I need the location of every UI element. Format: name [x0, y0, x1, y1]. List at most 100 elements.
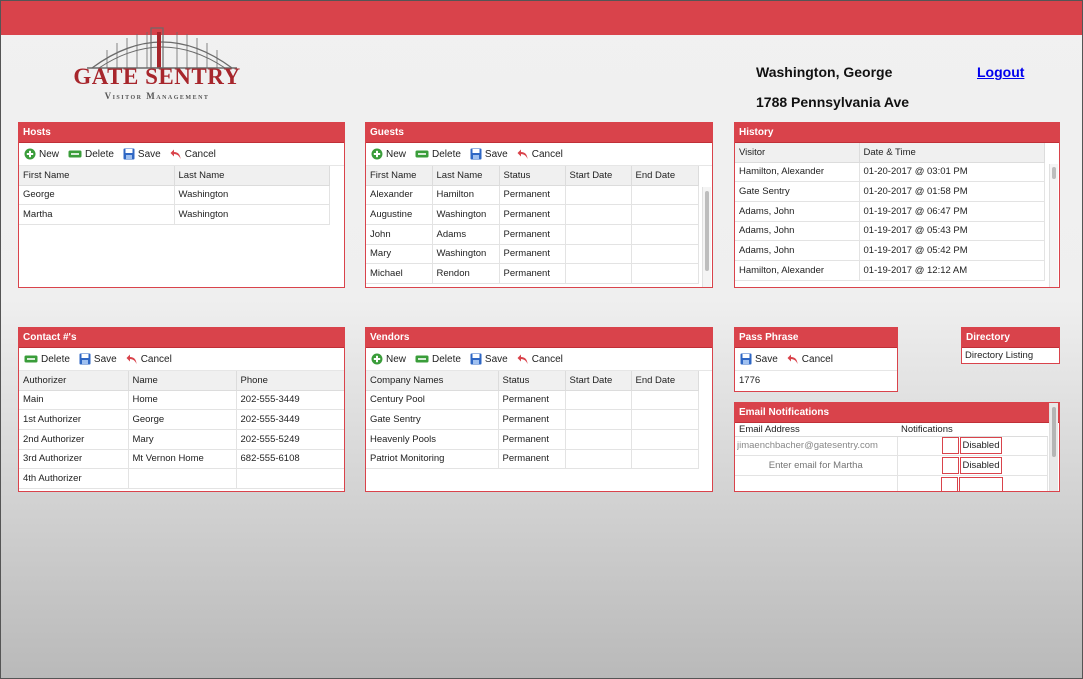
vendors-save-button[interactable]: Save [470, 353, 508, 365]
guests-save-button[interactable]: Save [470, 148, 508, 160]
pass-phrase-toolbar: Save Cancel [735, 348, 897, 371]
column-header[interactable]: Start Date [565, 166, 632, 186]
column-header[interactable]: Status [498, 371, 566, 391]
guests-table-header: First Name Last Name Status Start Date E… [366, 166, 699, 186]
table-cell: Permanent [499, 224, 566, 245]
column-header[interactable]: Last Name [432, 166, 500, 186]
table-row[interactable]: 2nd Authorizer Mary 202-555-5249 [19, 429, 344, 450]
table-row[interactable]: Augustine Washington Permanent [366, 204, 699, 225]
email-field[interactable] [737, 440, 895, 452]
hosts-table: First Name Last Name George Washington Ma… [19, 166, 330, 225]
table-row[interactable]: Martha Washington [19, 204, 330, 225]
guests-new-button[interactable]: New [371, 148, 406, 160]
table-row[interactable]: Hamilton, Alexander 01-20-2017 @ 03:01 PM [735, 162, 1045, 183]
table-row[interactable]: 1st Authorizer George 202-555-3449 [19, 409, 344, 430]
table-cell: Mt Vernon Home [128, 449, 237, 470]
table-row[interactable]: Adams, John 01-19-2017 @ 05:43 PM [735, 221, 1045, 242]
vendors-new-button[interactable]: New [371, 353, 406, 365]
pass-phrase-cancel-button[interactable]: Cancel [787, 353, 833, 365]
gate-sentry-logo: GATE SENTRY Visitor Management [60, 24, 260, 108]
history-scrollbar-thumb[interactable] [1052, 167, 1056, 179]
table-cell [631, 244, 699, 265]
column-header[interactable]: Visitor [735, 143, 860, 163]
undo-arrow-icon [126, 353, 138, 365]
table-cell: Adams [432, 224, 500, 245]
guests-delete-button[interactable]: Delete [415, 149, 461, 160]
email-notifications-scrollbar-thumb[interactable] [1052, 407, 1056, 457]
table-row[interactable]: Gate Sentry Permanent [366, 409, 699, 430]
email-field[interactable] [737, 479, 895, 491]
column-header[interactable]: Phone [236, 371, 344, 391]
column-header[interactable]: Last Name [174, 166, 330, 186]
pass-phrase-value[interactable]: 1776 [735, 371, 897, 390]
table-row[interactable]: Hamilton, Alexander 01-19-2017 @ 12:12 AM [735, 260, 1045, 281]
table-row[interactable]: Michael Rendon Permanent [366, 263, 699, 284]
email-field[interactable] [737, 460, 895, 472]
contacts-toolbar: Delete Save Cancel [19, 348, 344, 371]
guests-table: First Name Last Name Status Start Date E… [366, 166, 699, 284]
table-row[interactable]: George Washington [19, 185, 330, 206]
column-header[interactable]: End Date [631, 166, 699, 186]
table-cell [565, 429, 632, 450]
pass-phrase-save-button[interactable]: Save [740, 353, 778, 365]
column-header[interactable]: Authorizer [19, 371, 129, 391]
notification-status-button[interactable]: Disabled [959, 437, 1003, 455]
hosts-cancel-button[interactable]: Cancel [170, 148, 216, 160]
table-row[interactable]: Adams, John 01-19-2017 @ 05:42 PM [735, 240, 1045, 261]
table-row[interactable]: 3rd Authorizer Mt Vernon Home 682-555-6108 [19, 449, 344, 470]
column-header[interactable]: End Date [631, 371, 699, 391]
notification-checkbox[interactable] [941, 476, 958, 491]
column-header[interactable]: First Name [19, 166, 175, 186]
table-cell: Rendon [432, 263, 500, 284]
contacts-panel-title: Contact #'s [19, 328, 344, 348]
directory-listing-link[interactable]: Directory Listing [962, 348, 1059, 363]
guests-cancel-button[interactable]: Cancel [517, 148, 563, 160]
hosts-save-button[interactable]: Save [123, 148, 161, 160]
table-cell: Washington [432, 204, 500, 225]
logout-link[interactable]: Logout [977, 64, 1024, 80]
column-header[interactable]: Status [499, 166, 566, 186]
table-row[interactable]: Century Pool Permanent [366, 390, 699, 411]
table-cell [631, 263, 699, 284]
notification-checkbox[interactable] [941, 457, 959, 475]
table-cell: 2nd Authorizer [19, 429, 129, 450]
table-row[interactable]: Heavenly Pools Permanent [366, 429, 699, 450]
vendors-table: Company Names Status Start Date End Date… [366, 371, 699, 470]
email-notifications-scrollbar[interactable] [1049, 403, 1058, 491]
vendors-cancel-button[interactable]: Cancel [517, 353, 563, 365]
column-header[interactable]: Start Date [565, 371, 632, 391]
table-cell: Permanent [499, 204, 566, 225]
contacts-delete-button[interactable]: Delete [24, 354, 70, 365]
undo-arrow-icon [517, 148, 529, 160]
guests-scrollbar[interactable] [702, 187, 711, 287]
contacts-cancel-button[interactable]: Cancel [126, 353, 172, 365]
table-row[interactable]: Main Home 202-555-3449 [19, 390, 344, 411]
column-header[interactable]: Name [128, 371, 237, 391]
table-cell: 202-555-5249 [236, 429, 344, 450]
vendors-delete-button[interactable]: Delete [415, 354, 461, 365]
table-cell [735, 475, 898, 491]
table-row[interactable]: Mary Washington Permanent [366, 244, 699, 265]
hosts-new-button[interactable]: New [24, 148, 59, 160]
guests-scrollbar-thumb[interactable] [705, 191, 709, 271]
history-scrollbar[interactable] [1049, 164, 1058, 287]
table-row[interactable]: Gate Sentry 01-20-2017 @ 01:58 PM [735, 181, 1045, 202]
column-header: Notifications [897, 423, 1047, 437]
table-row[interactable]: 4th Authorizer [19, 468, 344, 489]
notification-status-button[interactable]: Disabled [959, 457, 1003, 475]
column-header[interactable]: Company Names [366, 371, 499, 391]
table-row[interactable]: Patriot Monitoring Permanent [366, 449, 699, 470]
column-header[interactable]: Date & Time [859, 143, 1045, 163]
table-cell: Washington [174, 204, 330, 225]
table-row[interactable]: Alexander Hamilton Permanent [366, 185, 699, 206]
notification-status-button[interactable] [959, 476, 1003, 491]
floppy-disk-icon [79, 353, 91, 365]
column-header[interactable]: First Name [366, 166, 433, 186]
contacts-save-button[interactable]: Save [79, 353, 117, 365]
notification-checkbox[interactable] [941, 437, 959, 455]
table-cell: Patriot Monitoring [366, 449, 499, 470]
table-row[interactable]: Adams, John 01-19-2017 @ 06:47 PM [735, 201, 1045, 222]
hosts-panel: Hosts New Delete Save Cancel First Name … [18, 122, 345, 288]
hosts-delete-button[interactable]: Delete [68, 149, 114, 160]
table-row[interactable]: John Adams Permanent [366, 224, 699, 245]
